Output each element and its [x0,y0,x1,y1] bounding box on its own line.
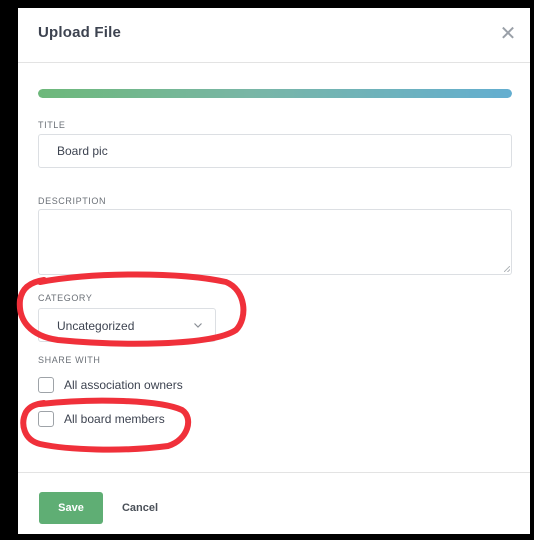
save-button[interactable]: Save [39,492,103,524]
category-selected-value: Uncategorized [57,319,135,333]
category-label: CATEGORY [38,293,93,303]
description-textarea[interactable] [38,209,512,275]
category-select[interactable]: Uncategorized [38,308,216,342]
title-input[interactable] [38,134,512,168]
dialog-header: Upload File ✕ [18,8,530,63]
textarea-resize-handle[interactable] [504,266,510,272]
association-owners-label: All association owners [64,378,183,392]
upload-progress-fill [38,89,512,98]
association-owners-checkbox[interactable] [38,377,54,393]
board-members-checkbox[interactable] [38,411,54,427]
dialog-title: Upload File [38,24,122,41]
close-icon[interactable]: ✕ [498,24,518,44]
upload-progress-bar [38,89,512,98]
cancel-button[interactable]: Cancel [112,492,168,524]
share-option-association-owners[interactable]: All association owners [38,377,338,397]
upload-file-dialog: Upload File ✕ TITLE DESCRIPTION CATEGORY… [18,8,530,534]
footer-divider [18,472,530,473]
share-with-label: SHARE WITH [38,355,101,365]
share-option-board-members[interactable]: All board members [38,411,338,431]
board-members-label: All board members [64,412,165,426]
screenshot-frame: Upload File ✕ TITLE DESCRIPTION CATEGORY… [0,0,534,540]
title-label: TITLE [38,120,66,130]
chevron-down-icon [194,323,202,328]
description-label: DESCRIPTION [38,196,107,206]
